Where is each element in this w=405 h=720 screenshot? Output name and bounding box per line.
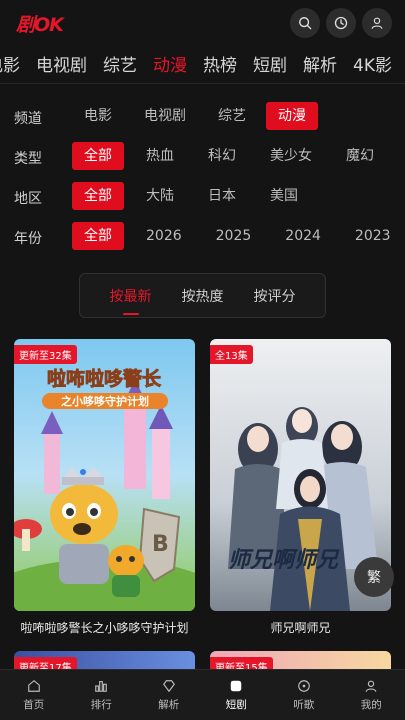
tab-label: 排行 xyxy=(90,698,112,711)
sort-option[interactable]: 按热度 xyxy=(167,286,239,306)
sort-option[interactable]: 按评分 xyxy=(239,286,311,306)
nav-tab[interactable]: 解析 xyxy=(303,51,337,76)
filter-option[interactable]: 2025 xyxy=(204,222,264,250)
search-button[interactable] xyxy=(290,8,320,38)
filter-option[interactable]: 全部 xyxy=(72,182,124,210)
shorts-icon xyxy=(231,680,242,691)
sort-selector: 按最新 按热度 按评分 xyxy=(79,273,326,318)
tab-label: 解析 xyxy=(158,698,180,711)
tab-diamond[interactable]: 解析 xyxy=(135,670,203,720)
filter-label: 年份 xyxy=(14,231,42,247)
user-icon xyxy=(365,680,377,692)
poster-title: 啦咘啦哆警长 xyxy=(47,367,162,390)
clock-icon xyxy=(334,16,348,30)
filter-row: 类型 全部热血科幻美少女魔幻经 xyxy=(0,142,405,172)
filter-option[interactable]: 大陆 xyxy=(134,182,186,210)
tab-label: 首页 xyxy=(23,698,45,711)
filter-row: 年份 全部 2026 2025 2024 2023 xyxy=(0,222,405,252)
poster-image[interactable]: B 啦咘啦哆警长 之小哆哆守护计划 更新至32集 xyxy=(14,339,195,611)
filter-option[interactable]: 2023 xyxy=(343,222,403,250)
filter-option[interactable]: 热血 xyxy=(134,142,186,170)
filter-option[interactable]: 日本 xyxy=(196,182,248,210)
episode-badge: 全13集 xyxy=(210,345,253,364)
video-card[interactable]: B 啦咘啦哆警长 之小哆哆守护计划 更新至32集 啦咘啦哆警长之小哆哆守护计划 xyxy=(14,339,195,636)
search-icon xyxy=(299,17,312,30)
nav-tab[interactable]: 4K影 xyxy=(353,51,392,76)
user-icon xyxy=(371,17,383,29)
music-icon xyxy=(297,679,310,692)
tab-ranking[interactable]: 排行 xyxy=(68,670,136,720)
nav-tab[interactable]: 短剧 xyxy=(253,51,287,76)
filter-option[interactable]: 美少女 xyxy=(258,142,324,170)
tab-music[interactable]: 听歌 xyxy=(270,670,338,720)
filter-option[interactable]: 全部 xyxy=(72,222,124,250)
nav-tab[interactable]: 电影 xyxy=(0,51,20,76)
nav-tab[interactable]: 电视剧 xyxy=(36,51,87,76)
history-button[interactable] xyxy=(326,8,356,38)
tab-shorts[interactable]: 短剧 xyxy=(203,670,271,720)
header: 剧OK xyxy=(0,0,405,44)
filter-label: 类型 xyxy=(14,151,42,167)
filter-option[interactable]: 2026 xyxy=(134,222,194,250)
filter-option[interactable]: 科幻 xyxy=(196,142,248,170)
card-title[interactable]: 啦咘啦哆警长之小哆哆守护计划 xyxy=(14,619,195,636)
card-title[interactable]: 师兄啊师兄 xyxy=(210,619,391,636)
filter-option[interactable]: 经 xyxy=(396,142,405,170)
poster-subtitle: 之小哆哆守护计划 xyxy=(61,394,149,408)
filter-label: 地区 xyxy=(14,191,42,207)
traditional-chinese-toggle[interactable]: 繁 xyxy=(354,557,394,597)
poster-title: 师兄啊师兄 xyxy=(228,547,340,573)
episode-badge: 更新至32集 xyxy=(14,345,77,364)
home-icon xyxy=(27,679,40,692)
profile-button[interactable] xyxy=(362,8,392,38)
tab-user[interactable]: 我的 xyxy=(338,670,405,720)
tab-label: 听歌 xyxy=(293,698,315,711)
filter-option[interactable]: 动漫 xyxy=(266,102,318,130)
ranking-icon xyxy=(95,680,108,692)
filter-option[interactable]: 电视剧 xyxy=(132,102,198,130)
sort-option[interactable]: 按最新 xyxy=(95,286,167,315)
tab-label: 我的 xyxy=(360,698,382,711)
filter-option[interactable]: 2024 xyxy=(273,222,333,250)
bottom-tab-bar: 首页 排行 解析 短剧 听歌 我的 xyxy=(0,669,405,720)
filter-option[interactable]: 电影 xyxy=(72,102,124,130)
filter-option[interactable]: 全部 xyxy=(72,142,124,170)
svg-text:B: B xyxy=(152,532,169,557)
diamond-icon xyxy=(162,679,175,692)
nav-tab[interactable]: 热榜 xyxy=(203,51,237,76)
category-nav: 电影电视剧综艺动漫热榜短剧解析 4K影 xyxy=(0,44,405,84)
filter-option[interactable]: 魔幻 xyxy=(334,142,386,170)
nav-tab[interactable]: 综艺 xyxy=(103,51,137,76)
filter-row: 频道 电影 电视剧 综艺 动漫 xyxy=(0,102,405,132)
filter-row: 地区 全部 大陆 日本 美国 xyxy=(0,182,405,212)
nav-tab[interactable]: 动漫 xyxy=(153,51,187,76)
poster-art: B 啦咘啦哆警长 之小哆哆守护计划 xyxy=(14,339,195,611)
tab-label: 短剧 xyxy=(225,698,247,711)
tab-home[interactable]: 首页 xyxy=(0,670,68,720)
filter-option[interactable]: 综艺 xyxy=(206,102,258,130)
filter-label: 频道 xyxy=(14,111,42,127)
app-logo[interactable]: 剧OK xyxy=(16,10,64,37)
filter-option[interactable]: 美国 xyxy=(258,182,310,210)
